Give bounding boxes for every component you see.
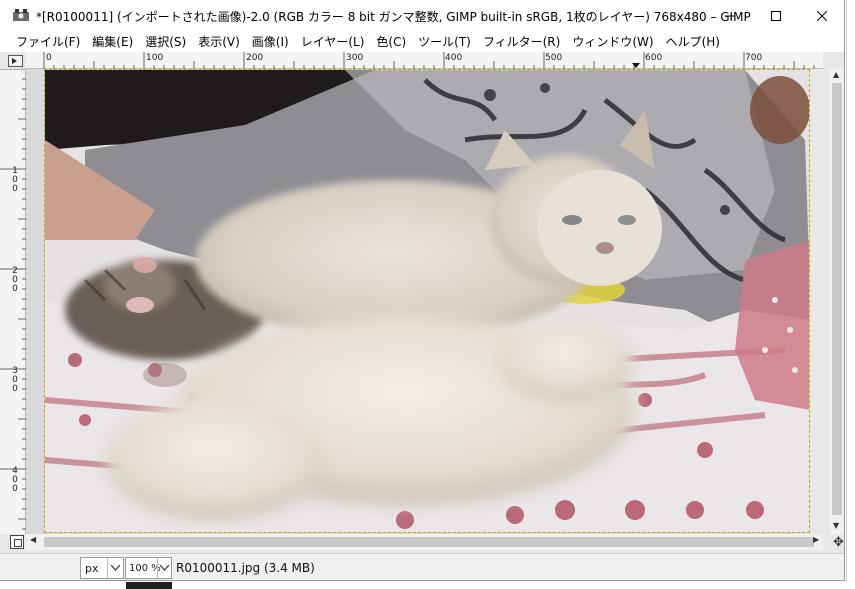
vertical-ruler[interactable]: 1 0 0 2 0 0 3 0 0 4 0 0 bbox=[0, 69, 26, 534]
hruler-label: 100 bbox=[146, 53, 164, 63]
vruler-label: 3 0 0 bbox=[12, 366, 18, 394]
vruler-label: 2 0 0 bbox=[12, 266, 18, 294]
scroll-down-icon[interactable]: ▼ bbox=[833, 521, 839, 530]
zoom-select[interactable]: 100 % bbox=[125, 557, 172, 579]
hruler-label: 600 bbox=[645, 53, 663, 63]
minimize-icon bbox=[725, 15, 735, 16]
menu-colors[interactable]: 色(C) bbox=[370, 33, 412, 50]
menu-edit[interactable]: 編集(E) bbox=[86, 33, 139, 50]
menu-image[interactable]: 画像(I) bbox=[246, 33, 295, 50]
title-bar: *[R0100011] (インポートされた画像)-2.0 (RGB カラー 8 … bbox=[0, 0, 844, 31]
menu-select[interactable]: 選択(S) bbox=[139, 33, 192, 50]
vertical-scroll-thumb[interactable] bbox=[832, 83, 842, 515]
navigate-icon[interactable] bbox=[10, 535, 24, 549]
window-title: *[R0100011] (インポートされた画像)-2.0 (RGB カラー 8 … bbox=[36, 10, 751, 24]
unit-value: px bbox=[85, 562, 99, 575]
hruler-label: 700 bbox=[745, 53, 763, 63]
zoom-value: 100 % bbox=[129, 563, 161, 574]
unit-select[interactable]: px bbox=[80, 557, 124, 579]
chevron-down-icon[interactable] bbox=[107, 558, 123, 578]
scroll-up-icon[interactable]: ▲ bbox=[833, 70, 839, 79]
scroll-left-icon[interactable]: ◀ bbox=[30, 535, 36, 544]
horizontal-scroll-thumb[interactable] bbox=[44, 537, 814, 547]
hruler-label: 200 bbox=[246, 53, 264, 63]
menu-windows[interactable]: ウィンドウ(W) bbox=[566, 33, 659, 50]
background-desktop-strip bbox=[126, 582, 172, 589]
image-canvas[interactable] bbox=[44, 69, 810, 533]
gimp-icon bbox=[13, 9, 29, 21]
menu-tools[interactable]: ツール(T) bbox=[412, 33, 477, 50]
menu-bar: ファイル(F) 編集(E) 選択(S) 表示(V) 画像(I) レイヤー(L) … bbox=[0, 31, 844, 52]
close-button[interactable] bbox=[799, 0, 844, 31]
kittens-photo bbox=[45, 70, 809, 532]
vertical-scrollbar[interactable]: ▲ ▼ bbox=[829, 69, 844, 534]
menu-help[interactable]: ヘルプ(H) bbox=[660, 33, 726, 50]
menu-filters[interactable]: フィルター(R) bbox=[477, 33, 566, 50]
ruler-ticks bbox=[0, 69, 26, 530]
minimize-button[interactable] bbox=[707, 0, 753, 31]
maximize-button[interactable] bbox=[753, 0, 799, 31]
hruler-label: 300 bbox=[346, 53, 364, 63]
file-info: R0100011.jpg (3.4 MB) bbox=[176, 561, 315, 575]
zoom-fit-icon[interactable]: ✥ bbox=[833, 535, 844, 550]
menu-view[interactable]: 表示(V) bbox=[192, 33, 246, 50]
hruler-label: 0 bbox=[46, 53, 52, 63]
quick-mask-menu-button[interactable] bbox=[8, 55, 23, 67]
status-bar: px 100 % R0100011.jpg (3.4 MB) bbox=[0, 553, 844, 580]
maximize-icon bbox=[771, 10, 781, 21]
horizontal-scrollbar[interactable]: ◀ ▶ bbox=[26, 534, 823, 550]
gimp-window: *[R0100011] (インポートされた画像)-2.0 (RGB カラー 8 … bbox=[0, 0, 845, 581]
pointer-marker-icon bbox=[632, 63, 640, 68]
vruler-label: 1 0 0 bbox=[12, 166, 18, 194]
background-window-edge bbox=[846, 0, 855, 589]
menu-layer[interactable]: レイヤー(L) bbox=[295, 33, 371, 50]
hruler-label: 500 bbox=[545, 53, 563, 63]
hruler-label: 400 bbox=[445, 53, 463, 63]
close-icon bbox=[817, 10, 827, 21]
menu-file[interactable]: ファイル(F) bbox=[10, 33, 86, 50]
chevron-down-icon[interactable] bbox=[157, 558, 171, 578]
scroll-right-icon[interactable]: ▶ bbox=[813, 535, 819, 544]
horizontal-ruler[interactable]: 0 100 200 300 400 500 600 700 bbox=[26, 52, 823, 69]
vruler-label: 4 0 0 bbox=[12, 466, 18, 494]
